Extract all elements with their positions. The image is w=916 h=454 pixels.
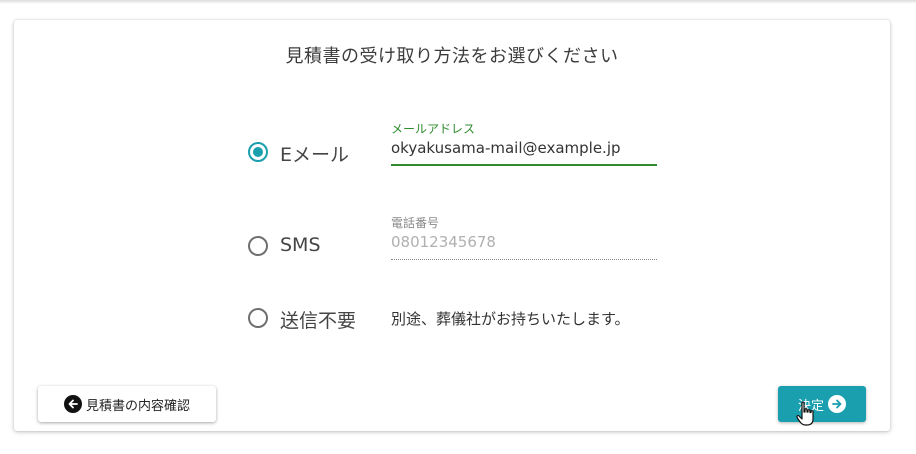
arrow-left-circle-icon: [63, 395, 82, 413]
hand-cursor-icon: [796, 401, 814, 426]
arrow-right-circle-icon: [828, 395, 846, 413]
radio-email[interactable]: [248, 142, 268, 162]
option-none-label[interactable]: 送信不要: [280, 306, 356, 333]
option-sms-label[interactable]: SMS: [280, 234, 321, 256]
email-underline: [391, 164, 657, 166]
back-to-estimate-button[interactable]: 見積書の内容確認: [38, 386, 216, 422]
top-shadow-bar: [0, 0, 916, 4]
page-title: 見積書の受け取り方法をお選びください: [285, 46, 619, 67]
radio-sms[interactable]: [248, 236, 268, 256]
option-none-note: 別途、葬儀社がお持ちいたします。: [391, 310, 630, 328]
phone-input[interactable]: [391, 229, 657, 255]
submit-button[interactable]: 決定: [778, 386, 866, 422]
option-email-label[interactable]: Eメール: [280, 140, 349, 167]
option-none: 送信不要 別途、葬儀社がお持ちいたします。: [14, 292, 890, 352]
phone-underline: [391, 259, 657, 260]
delivery-method-card: 見積書の受け取り方法をお選びください Eメール メールアドレス SMS 電話番号…: [14, 20, 890, 431]
option-sms: SMS 電話番号: [14, 212, 890, 272]
email-input[interactable]: [391, 135, 657, 161]
radio-none[interactable]: [248, 308, 268, 328]
back-button-label: 見積書の内容確認: [85, 398, 190, 414]
option-email: Eメール メールアドレス: [14, 120, 890, 180]
